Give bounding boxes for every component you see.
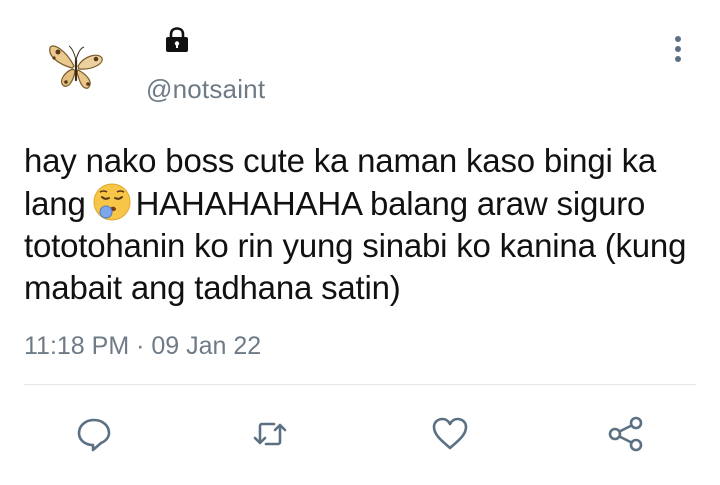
like-button[interactable] (428, 412, 472, 456)
butterfly-icon (49, 45, 103, 89)
more-vertical-icon[interactable] (668, 34, 688, 64)
share-icon (608, 416, 643, 452)
reply-button[interactable] (72, 412, 116, 456)
reply-icon (77, 418, 111, 452)
user-handle[interactable]: @notsaint (146, 74, 265, 105)
retweet-icon (253, 422, 287, 446)
avatar[interactable] (44, 38, 110, 96)
divider (24, 384, 696, 385)
tweet-text: hay nako boss cute ka naman kaso bingi k… (24, 140, 704, 309)
retweet-button[interactable] (248, 412, 292, 456)
lock-icon (162, 26, 192, 54)
tweet-timestamp[interactable]: 11:18 PM · 09 Jan 22 (24, 332, 261, 361)
share-button[interactable] (604, 412, 648, 456)
sleepy-face-emoji (92, 182, 132, 222)
heart-icon (432, 417, 468, 450)
